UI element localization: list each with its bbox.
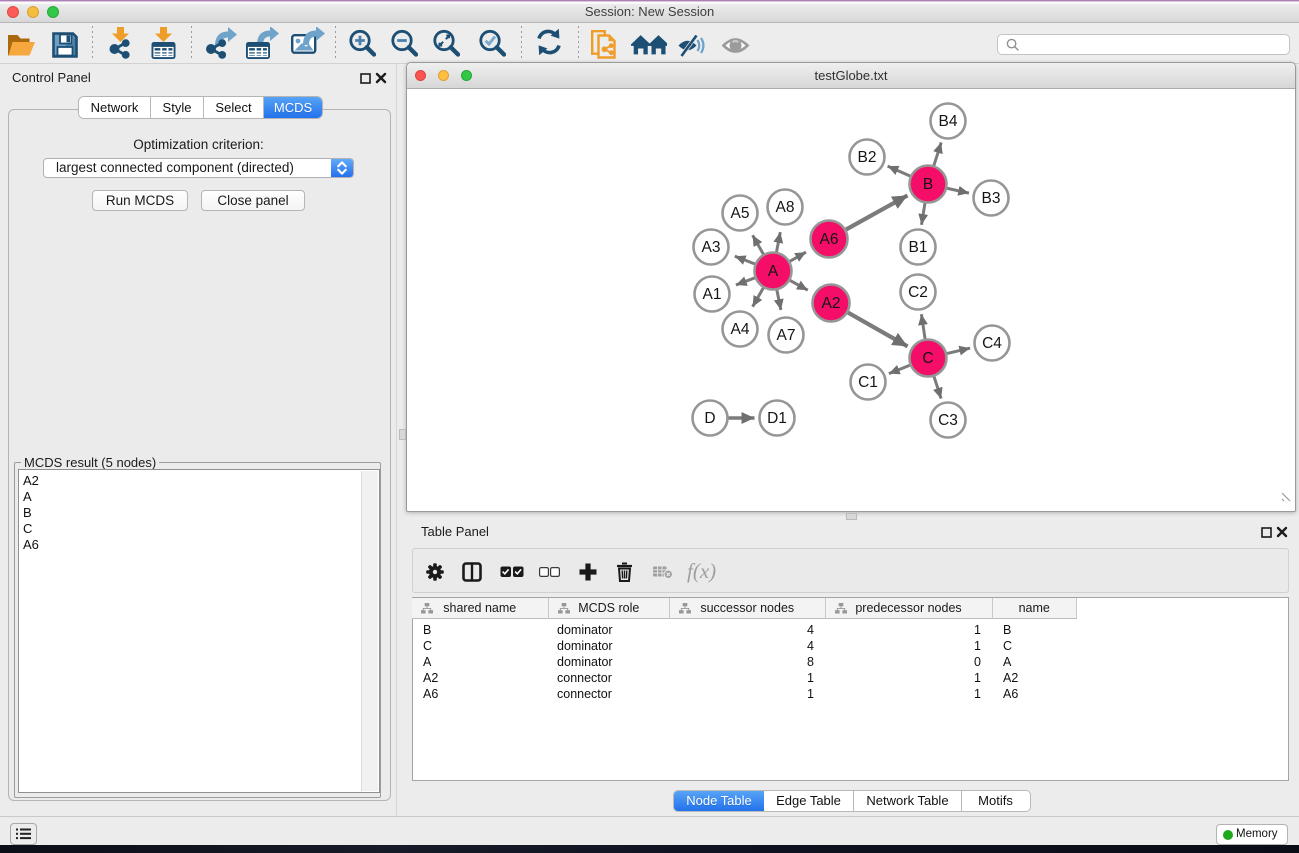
- svg-text:C1: C1: [858, 374, 878, 391]
- svg-text:A2: A2: [822, 295, 841, 312]
- svg-text:D: D: [704, 410, 715, 427]
- svg-text:B4: B4: [939, 113, 958, 130]
- svg-text:A5: A5: [731, 205, 750, 222]
- svg-text:D1: D1: [767, 410, 787, 427]
- svg-text:A3: A3: [702, 239, 721, 256]
- svg-text:C: C: [922, 350, 933, 367]
- svg-text:C4: C4: [982, 335, 1002, 352]
- svg-text:B1: B1: [909, 239, 928, 256]
- svg-text:B: B: [923, 176, 933, 193]
- svg-text:A4: A4: [731, 321, 750, 338]
- svg-text:C2: C2: [908, 284, 928, 301]
- svg-text:B2: B2: [858, 149, 877, 166]
- svg-text:A1: A1: [703, 286, 722, 303]
- svg-text:B3: B3: [982, 190, 1001, 207]
- svg-text:A6: A6: [820, 231, 839, 248]
- svg-text:A: A: [768, 263, 779, 280]
- svg-text:A8: A8: [776, 199, 795, 216]
- svg-text:A7: A7: [777, 327, 796, 344]
- svg-text:C3: C3: [938, 412, 958, 429]
